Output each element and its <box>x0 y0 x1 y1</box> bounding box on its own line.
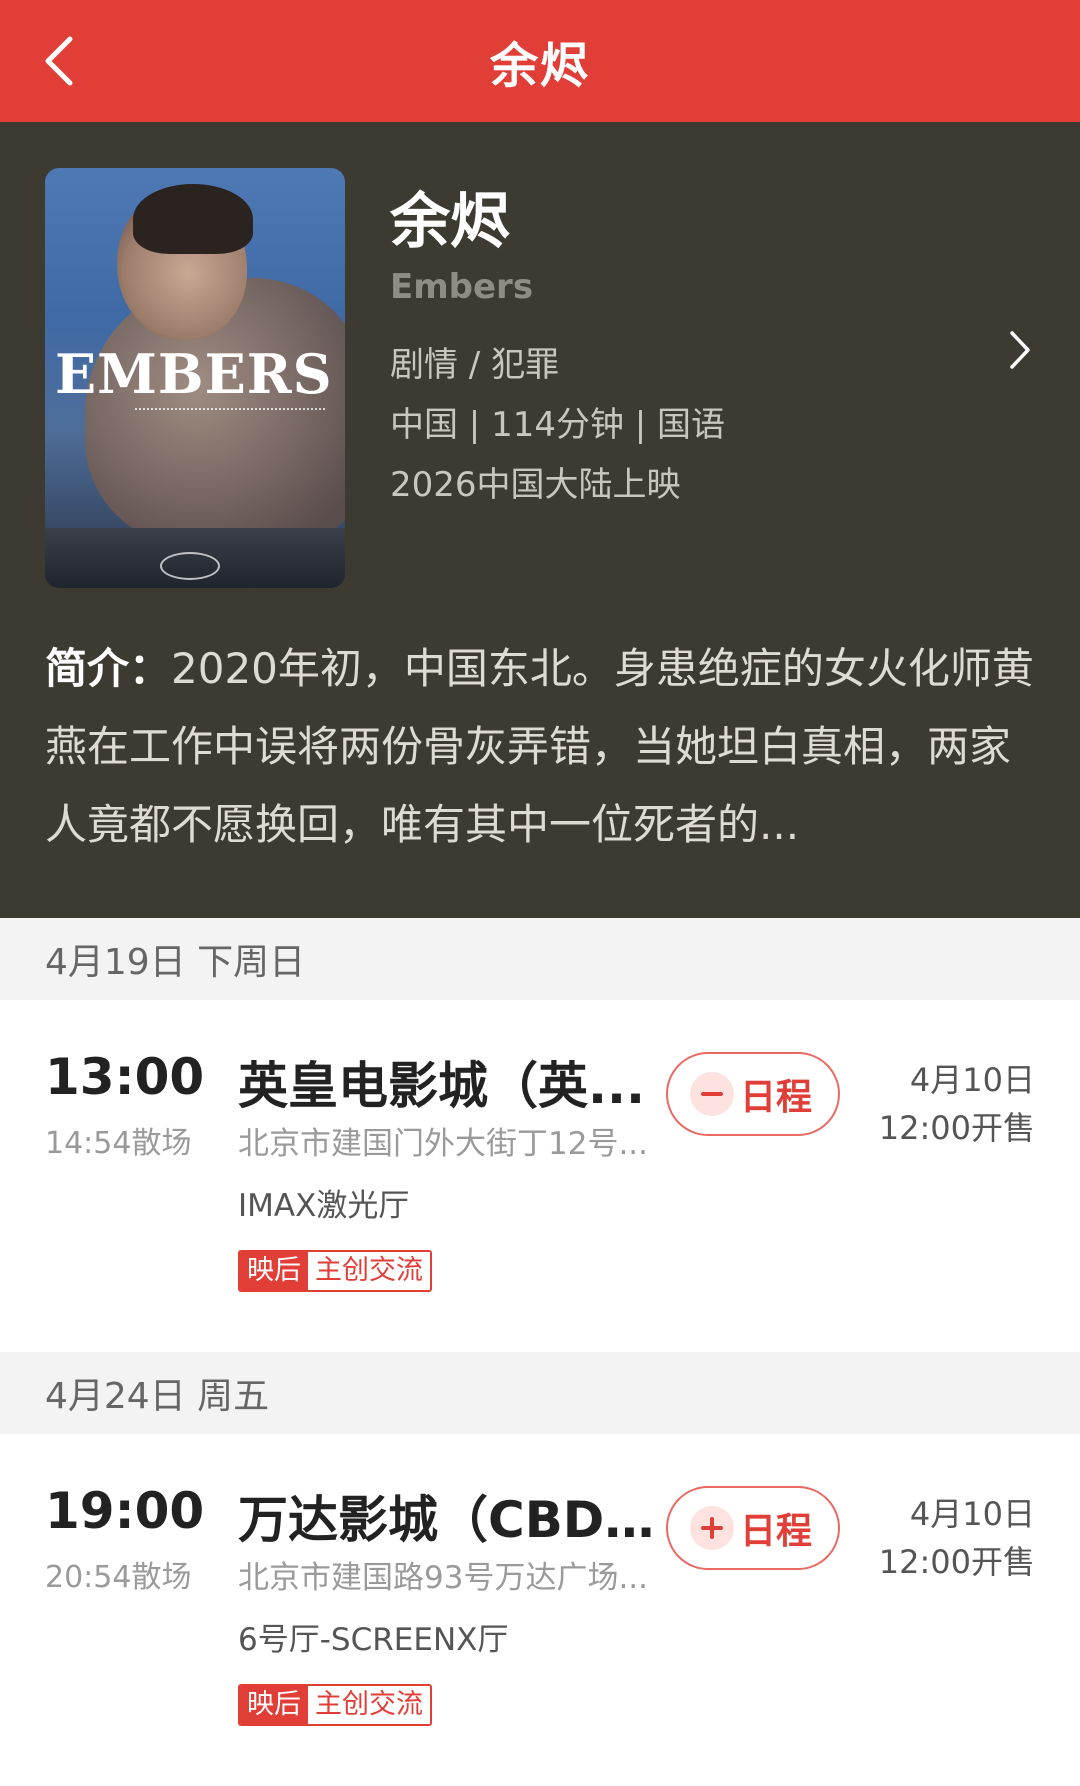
tag-text: 主创交流 <box>308 1686 430 1724</box>
chevron-right-icon <box>1010 331 1030 369</box>
page-title: 余烬 <box>489 38 590 94</box>
event-tag: 映后 主创交流 <box>238 1250 432 1292</box>
sale-date: 4月10日 <box>909 1061 1035 1099</box>
showtime-row[interactable]: 19:00 20:54散场 万达影城（CBD... 北京市建国路93号万达广场.… <box>0 1434 1080 1786</box>
back-button[interactable] <box>24 26 94 96</box>
add-schedule-button[interactable]: 日程 <box>666 1486 840 1570</box>
date-header: 4月19日 下周日 <box>0 918 1080 1000</box>
movie-release: 2026中国大陆上映 <box>390 465 681 505</box>
schedule-label: 日程 <box>740 1077 813 1118</box>
showtime-row[interactable]: 13:00 14:54散场 英皇电影城（英... 北京市建国门外大街丁12号..… <box>0 1000 1080 1352</box>
sale-date: 4月10日 <box>909 1495 1035 1533</box>
sale-time: 12:00开售 <box>878 1109 1035 1147</box>
tag-label: 映后 <box>240 1686 308 1724</box>
cinema-address: 北京市建国门外大街丁12号... <box>238 1126 649 1162</box>
movie-info[interactable]: 余烬 Embers 剧情 / 犯罪 中国 | 114分钟 | 国语 2026中国… <box>390 188 990 515</box>
movie-meta: 中国 | 114分钟 | 国语 <box>390 405 726 445</box>
sale-info: 4月10日 12:00开售 <box>860 1490 1035 1586</box>
show-end-time: 14:54散场 <box>45 1126 192 1161</box>
top-nav-bar: 余烬 <box>0 0 1080 122</box>
show-end-time: 20:54散场 <box>45 1560 192 1595</box>
hall-name: IMAX激光厅 <box>238 1188 410 1224</box>
show-start-time: 13:00 <box>45 1048 205 1106</box>
cinema-address: 北京市建国路93号万达广场... <box>238 1560 649 1596</box>
movie-detail-link[interactable] <box>1000 320 1040 380</box>
chevron-left-icon <box>45 36 73 86</box>
remove-schedule-button[interactable]: 日程 <box>666 1052 840 1136</box>
cinema-name: 英皇电影城（英... <box>238 1057 645 1115</box>
movie-poster[interactable]: EMBERS <box>45 168 345 588</box>
poster-title-text: EMBERS <box>55 342 333 406</box>
event-tag: 映后 主创交流 <box>238 1684 432 1726</box>
synopsis-label: 简介： <box>45 644 172 693</box>
sale-time: 12:00开售 <box>878 1543 1035 1581</box>
laurel-icon <box>160 552 220 580</box>
show-start-time: 19:00 <box>45 1482 205 1540</box>
minus-icon <box>690 1072 734 1116</box>
schedule-label: 日程 <box>740 1511 813 1552</box>
movie-title: 余烬 <box>390 187 510 257</box>
cinema-name: 万达影城（CBD... <box>238 1491 660 1549</box>
tag-label: 映后 <box>240 1252 308 1290</box>
hall-name: 6号厅-SCREENX厅 <box>238 1622 509 1658</box>
plus-icon <box>690 1506 734 1550</box>
movie-hero: EMBERS 余烬 Embers 剧情 / 犯罪 中国 | 114分钟 | 国语… <box>0 122 1080 918</box>
tag-text: 主创交流 <box>308 1252 430 1290</box>
date-header: 4月24日 周五 <box>0 1352 1080 1434</box>
synopsis-text: 2020年初，中国东北。身患绝症的女火化师黄燕在工作中误将两份骨灰弄错，当她坦白… <box>45 644 1034 849</box>
movie-genre: 剧情 / 犯罪 <box>390 345 560 385</box>
movie-english-title: Embers <box>390 267 534 307</box>
movie-synopsis[interactable]: 简介：2020年初，中国东北。身患绝症的女火化师黄燕在工作中误将两份骨灰弄错，当… <box>45 630 1045 864</box>
sale-info: 4月10日 12:00开售 <box>860 1056 1035 1152</box>
